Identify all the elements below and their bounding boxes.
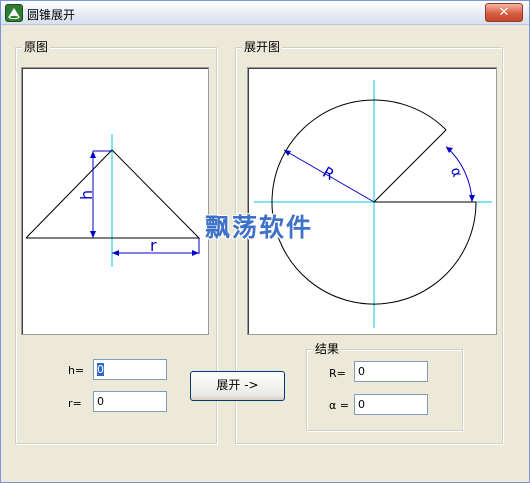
alpha-output-label: α = [329,399,349,412]
original-canvas: h r [21,67,209,335]
close-button[interactable]: ✕ [485,3,523,22]
alpha-dimension-label: α [447,165,465,179]
r-dimension-label: r [150,236,157,255]
unfold-button[interactable]: 展开 -> [190,371,285,401]
result-legend: 结果 [313,342,342,356]
unfold-canvas: R α [247,67,497,335]
app-icon [5,4,23,22]
r-input[interactable]: 0 [93,391,167,412]
alpha-output[interactable]: 0 [354,394,428,415]
R-output-label: R= [329,367,346,380]
watermark-text: 飘荡软件 [205,213,314,242]
r-input-label: r= [68,397,82,410]
close-x-icon: ✕ [498,5,510,20]
client-area: 原图 h r h= 0 r= 0 展开图 R α 展开 -> 结果 R= 0 α… [2,26,529,482]
cone-drawing: h r [25,134,201,267]
original-legend: 原图 [22,40,51,54]
h-input-label: h= [68,364,85,377]
sector-edge-upper [373,129,447,203]
R-dimension-label: R [320,163,338,184]
window-title: 圆锥展开 [27,8,76,22]
R-output[interactable]: 0 [354,361,428,382]
sector-drawing: R α [254,80,492,328]
h-input[interactable]: 0 [93,359,167,380]
h-dimension-label: h [77,190,96,200]
unfold-legend: 展开图 [242,40,283,54]
title-bar[interactable]: 圆锥展开 ✕ [1,1,529,25]
